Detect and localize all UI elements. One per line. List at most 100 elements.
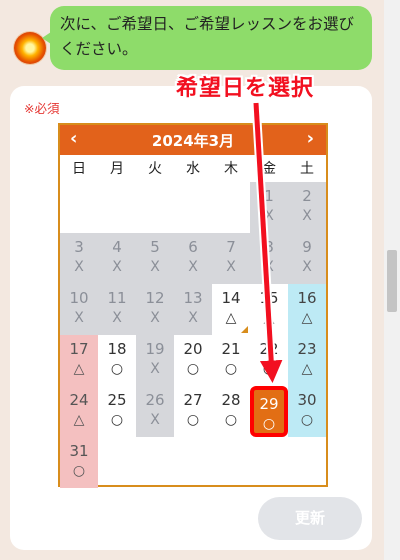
availability-mark: ○ — [300, 412, 314, 428]
day-cell[interactable]: 15 △ — [250, 284, 288, 335]
availability-mark: X — [150, 310, 160, 326]
day-cell: 2X — [288, 182, 326, 233]
availability-mark: X — [112, 259, 122, 275]
day-cell-selected[interactable]: 29 ○ — [250, 386, 288, 437]
day-number: 1 — [264, 187, 274, 205]
availability-mark: △ — [225, 310, 237, 326]
day-number: 18 — [107, 340, 127, 358]
calendar-month-title: 2024年3月 — [151, 132, 235, 150]
day-number: 10 — [69, 289, 89, 307]
weekday-label: 月 — [110, 161, 124, 177]
weekday-label: 火 — [148, 161, 162, 177]
day-number: 5 — [150, 238, 160, 256]
day-number: 4 — [112, 238, 122, 256]
availability-mark: ○ — [224, 361, 238, 377]
scrollbar-track[interactable] — [384, 0, 400, 560]
day-cell: 7X — [212, 233, 250, 284]
day-cell: 6X — [174, 233, 212, 284]
day-number: 19 — [145, 340, 165, 358]
availability-mark: X — [264, 208, 274, 224]
weekday-label: 木 — [224, 161, 238, 177]
availability-mark: X — [302, 259, 312, 275]
required-label: ※必須 — [24, 101, 60, 116]
day-number: 21 — [221, 340, 241, 358]
weekday-label: 水 — [186, 161, 200, 177]
availability-mark: ○ — [72, 463, 86, 479]
day-number: 23 — [297, 340, 317, 358]
day-number: 27 — [183, 391, 203, 409]
day-cell[interactable]: 24 △ — [60, 386, 98, 437]
day-number: 12 — [145, 289, 165, 307]
day-cell[interactable]: 14 △ — [212, 284, 250, 335]
day-number: 25 — [107, 391, 127, 409]
day-number: 2 — [302, 187, 312, 205]
day-cell[interactable]: 28 ○ — [212, 386, 250, 437]
day-cell[interactable]: 20 ○ — [174, 335, 212, 386]
availability-mark: △ — [73, 361, 85, 377]
day-cell[interactable]: 25 ○ — [98, 386, 136, 437]
weekday-label: 金 — [262, 161, 276, 177]
day-number: 24 — [69, 391, 89, 409]
availability-mark: △ — [301, 361, 313, 377]
availability-mark: ○ — [262, 416, 276, 432]
day-cell[interactable]: 23 △ — [288, 335, 326, 386]
day-number: 3 — [74, 238, 84, 256]
day-cell[interactable]: 21 ○ — [212, 335, 250, 386]
day-cell[interactable]: 18 ○ — [98, 335, 136, 386]
day-cell: 9X — [288, 233, 326, 284]
day-number: 30 — [297, 391, 317, 409]
day-cell: 13 X — [174, 284, 212, 335]
day-cell: 4X — [98, 233, 136, 284]
day-number: 17 — [69, 340, 89, 358]
chat-message-bubble: 次に、ご希望日、ご希望レッスンをお選びください。 — [42, 6, 372, 70]
day-number: 9 — [302, 238, 312, 256]
day-number: 22 — [259, 340, 279, 358]
day-number: 8 — [264, 238, 274, 256]
day-number: 20 — [183, 340, 203, 358]
availability-mark: X — [150, 259, 160, 275]
annotation-label: 希望日を選択 — [176, 76, 315, 101]
day-number: 14 — [221, 289, 241, 307]
availability-mark: X — [302, 208, 312, 224]
calendar: ‹ 2024年3月 › 日月火水木金土 1 X 2 X 3 X 4 X 5 X 6 X 7 X 8 X 9 X 10… — [58, 123, 328, 488]
day-cell[interactable]: 30 ○ — [288, 386, 326, 437]
day-cell: 11 X — [98, 284, 136, 335]
availability-mark: X — [150, 412, 160, 428]
availability-mark: X — [112, 310, 122, 326]
availability-mark: ○ — [262, 361, 276, 377]
day-cell[interactable]: 31 ○ — [60, 437, 98, 488]
day-cell[interactable]: 17 △ — [60, 335, 98, 386]
day-number: 13 — [183, 289, 203, 307]
availability-mark: X — [74, 310, 84, 326]
day-number: 15 — [259, 289, 279, 307]
availability-mark: △ — [73, 412, 85, 428]
next-month-icon[interactable]: › — [307, 128, 314, 149]
day-cell[interactable]: 16 △ — [288, 284, 326, 335]
day-cell[interactable]: 27 ○ — [174, 386, 212, 437]
day-cell: 26 X — [136, 386, 174, 437]
day-cell: 5X — [136, 233, 174, 284]
calendar-header: ‹ 2024年3月 › — [60, 125, 326, 155]
availability-mark: X — [188, 259, 198, 275]
availability-mark: ○ — [110, 412, 124, 428]
availability-mark: △ — [301, 310, 313, 326]
day-cell: 8X — [250, 233, 288, 284]
availability-mark: X — [74, 259, 84, 275]
availability-mark: ○ — [186, 361, 200, 377]
day-number: 28 — [221, 391, 241, 409]
day-number: 6 — [188, 238, 198, 256]
availability-mark: ○ — [110, 361, 124, 377]
weekday-label: 日 — [72, 161, 86, 177]
day-number: 31 — [69, 442, 89, 460]
day-cell: 19 X — [136, 335, 174, 386]
corner-marker-icon — [241, 326, 248, 333]
update-button[interactable]: 更新 — [258, 497, 362, 540]
day-number: 7 — [226, 238, 236, 256]
day-cell: 1X — [250, 182, 288, 233]
day-cell[interactable]: 22 ○ — [250, 335, 288, 386]
availability-mark: X — [264, 259, 274, 275]
scrollbar-thumb[interactable] — [387, 250, 397, 312]
day-number: 26 — [145, 391, 165, 409]
availability-mark: X — [150, 361, 160, 377]
day-cell: 10 X — [60, 284, 98, 335]
